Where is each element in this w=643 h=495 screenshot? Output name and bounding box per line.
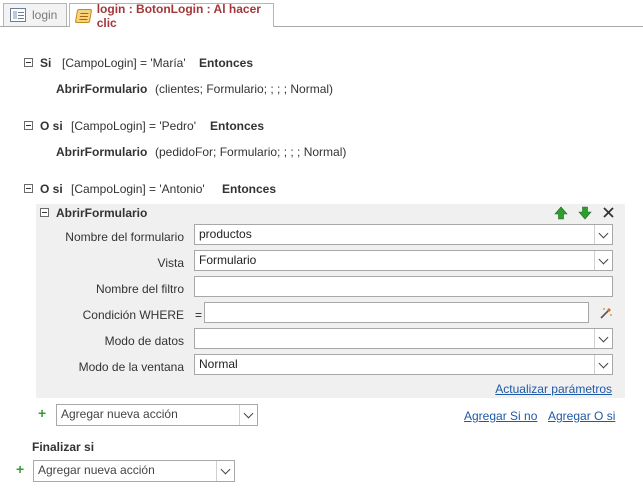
collapse-si-1[interactable] [24, 58, 33, 67]
inner-add-action-select[interactable]: Agregar nueva acción [56, 404, 258, 426]
action-name-2[interactable]: AbrirFormulario [56, 145, 147, 159]
move-up-icon[interactable] [554, 206, 568, 220]
tab-login[interactable]: login [3, 3, 67, 26]
label-view: Vista [157, 256, 184, 270]
filter-name-input[interactable] [194, 276, 613, 297]
tab-macro-login[interactable]: login : BotonLogin : Al hacer clic [69, 1, 274, 30]
condition-1[interactable]: [CampoLogin] = 'María' [62, 56, 186, 70]
keyword-osi-2: O si [40, 119, 63, 133]
label-data-mode: Modo de datos [104, 334, 184, 348]
where-condition-input[interactable] [204, 302, 589, 323]
tab-login-label: login [32, 8, 58, 22]
inner-add-action-placeholder: Agregar nueva acción [61, 407, 178, 421]
label-form-name: Nombre del formulario [65, 230, 184, 244]
label-where: Condición WHERE [82, 308, 184, 322]
data-mode-select[interactable] [194, 328, 613, 349]
window-mode-value: Normal [199, 357, 238, 371]
keyword-osi-3: O si [40, 182, 63, 196]
where-equals-sign: = [195, 308, 203, 322]
collapse-action[interactable] [40, 208, 49, 217]
action-args-2[interactable]: (pedidoFor; Formulario; ; ; ; Normal) [155, 145, 346, 159]
document-tab-strip: login login : BotonLogin : Al hacer clic [0, 0, 643, 30]
label-window-mode: Modo de la ventana [78, 360, 184, 374]
condition-3[interactable]: [CampoLogin] = 'Antonio' [71, 182, 205, 196]
chevron-down-icon [598, 332, 609, 342]
action-args-1[interactable]: (clientes; Formulario; ; ; ; Normal) [155, 82, 333, 96]
end-if-label: Finalizar si [32, 440, 95, 454]
view-select[interactable]: Formulario [194, 250, 613, 271]
form-icon [10, 8, 26, 22]
add-else-if-link[interactable]: Agregar O si [548, 409, 615, 423]
data-mode-dropdown-button[interactable] [594, 329, 612, 348]
add-else-link[interactable]: Agregar Si no [464, 409, 537, 423]
inner-add-action-dropdown-button[interactable] [239, 405, 257, 425]
outer-add-action-placeholder: Agregar nueva acción [38, 463, 155, 477]
view-dropdown-button[interactable] [594, 251, 612, 270]
action-name-1[interactable]: AbrirFormulario [56, 82, 147, 96]
chevron-down-icon [598, 254, 609, 264]
action-block-abrirformulario[interactable]: AbrirFormulario Nombre del formulario pr… [36, 204, 625, 398]
form-name-value: productos [199, 227, 252, 241]
add-action-plus-icon: + [38, 405, 47, 421]
form-name-select[interactable]: productos [194, 224, 613, 245]
chevron-down-icon [220, 464, 231, 475]
tab-macro-label: login : BotonLogin : Al hacer clic [96, 1, 261, 30]
outer-add-action-dropdown-button[interactable] [216, 461, 234, 481]
chevron-down-icon [598, 228, 609, 238]
window-mode-dropdown-button[interactable] [594, 355, 612, 374]
keyword-then-1: Entonces [199, 56, 254, 70]
macro-icon [74, 8, 92, 23]
move-down-icon[interactable] [578, 206, 592, 220]
outer-add-action-select[interactable]: Agregar nueva acción [33, 460, 235, 482]
condition-2[interactable]: [CampoLogin] = 'Pedro' [71, 119, 196, 133]
keyword-then-3: Entonces [222, 182, 277, 196]
delete-action-icon[interactable] [602, 206, 615, 219]
collapse-osi-2[interactable] [24, 121, 33, 130]
chevron-down-icon [598, 358, 609, 368]
view-value: Formulario [199, 253, 257, 267]
form-name-dropdown-button[interactable] [594, 225, 612, 244]
action-block-title: AbrirFormulario [56, 206, 148, 220]
chevron-down-icon [243, 408, 254, 419]
collapse-osi-3[interactable] [24, 184, 33, 193]
add-action-plus-icon: + [16, 461, 25, 477]
keyword-si: Si [40, 56, 52, 70]
window-mode-select[interactable]: Normal [194, 354, 613, 375]
expression-builder-icon[interactable] [599, 306, 613, 320]
update-parameters-link[interactable]: Actualizar parámetros [495, 382, 612, 396]
label-filter-name: Nombre del filtro [95, 282, 184, 296]
keyword-then-2: Entonces [210, 119, 265, 133]
